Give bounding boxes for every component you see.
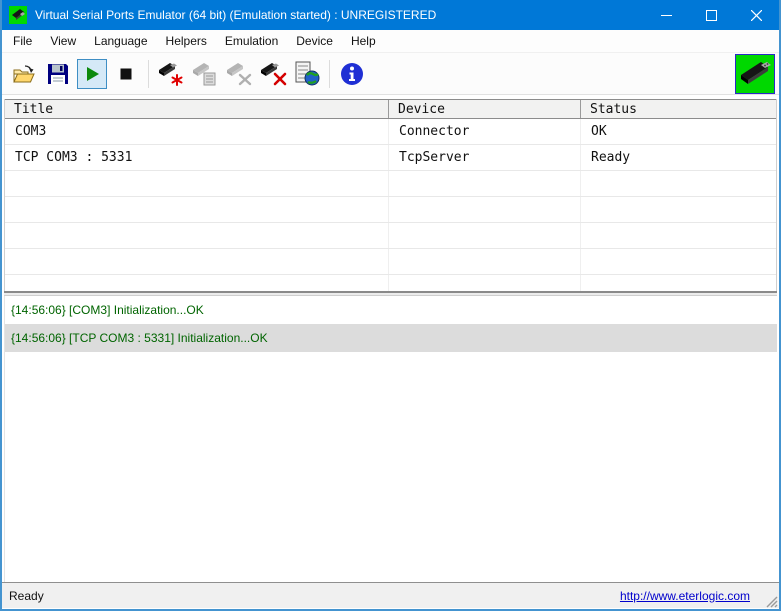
menu-view[interactable]: View [41,30,85,52]
table-row[interactable]: COM3 Connector OK [5,119,776,145]
eterlogic-logo [735,54,775,94]
open-icon [12,63,36,85]
menu-helpers[interactable]: Helpers [157,30,216,52]
delete-device-icon [225,61,253,87]
titlebar: Virtual Serial Ports Emulator (64 bit) (… [2,0,779,30]
create-device-button[interactable] [156,59,186,89]
delete-device-button[interactable] [224,59,254,89]
connector-logo-icon [737,56,773,92]
table-row[interactable]: TCP COM3 : 5331 TcpServer Ready [5,145,776,171]
open-button[interactable] [9,59,39,89]
minimize-icon [661,10,672,21]
menubar: File View Language Helpers Emulation Dev… [2,30,779,53]
delete-all-devices-icon [259,61,287,87]
table-empty-row [5,171,776,197]
window-controls [644,0,779,30]
resize-grip-icon[interactable] [764,594,778,608]
data-monitor-icon [294,61,320,87]
menu-language[interactable]: Language [85,30,156,52]
table-empty-row [5,223,776,249]
minimize-button[interactable] [644,0,689,30]
column-header-status[interactable]: Status [581,100,776,118]
close-button[interactable] [734,0,779,30]
log-entry[interactable]: {14:56:06} [COM3] Initialization...OK [5,296,777,324]
cell-title: COM3 [5,119,389,144]
column-header-title[interactable]: Title [5,100,389,118]
menu-device[interactable]: Device [287,30,342,52]
toolbar [2,53,779,95]
close-icon [751,10,762,21]
table-empty-row [5,249,776,275]
maximize-icon [706,10,717,21]
app-icon [9,6,27,24]
log-panel: {14:56:06} [COM3] Initialization...OK {1… [4,296,777,582]
stop-emulation-button[interactable] [111,59,141,89]
menu-emulation[interactable]: Emulation [216,30,287,52]
device-properties-icon [191,61,219,87]
create-device-icon [157,61,185,87]
table-empty-row [5,275,776,291]
cell-title: TCP COM3 : 5331 [5,145,389,170]
toolbar-separator [329,60,330,88]
start-emulation-icon [82,64,102,84]
cell-status: OK [581,119,776,144]
app-window: Virtual Serial Ports Emulator (64 bit) (… [0,0,781,611]
cell-device: TcpServer [389,145,581,170]
table-header: Title Device Status [5,99,776,119]
device-table: Title Device Status COM3 Connector OK TC… [4,99,777,291]
table-empty-row [5,197,776,223]
status-text: Ready [9,589,44,603]
menu-help[interactable]: Help [342,30,385,52]
menu-file[interactable]: File [4,30,41,52]
save-button[interactable] [43,59,73,89]
device-properties-button[interactable] [190,59,220,89]
cell-device: Connector [389,119,581,144]
cell-status: Ready [581,145,776,170]
about-button[interactable] [337,59,367,89]
delete-all-devices-button[interactable] [258,59,288,89]
save-icon [47,63,69,85]
about-icon [340,62,364,86]
data-monitor-button[interactable] [292,59,322,89]
statusbar: Ready http://www.eterlogic.com [2,582,779,608]
maximize-button[interactable] [689,0,734,30]
column-header-device[interactable]: Device [389,100,581,118]
toolbar-separator [148,60,149,88]
stop-emulation-icon [116,64,136,84]
start-emulation-button[interactable] [77,59,107,89]
log-entry-selected[interactable]: {14:56:06} [TCP COM3 : 5331] Initializat… [5,324,777,352]
website-link[interactable]: http://www.eterlogic.com [620,589,750,603]
window-title: Virtual Serial Ports Emulator (64 bit) (… [35,8,436,22]
